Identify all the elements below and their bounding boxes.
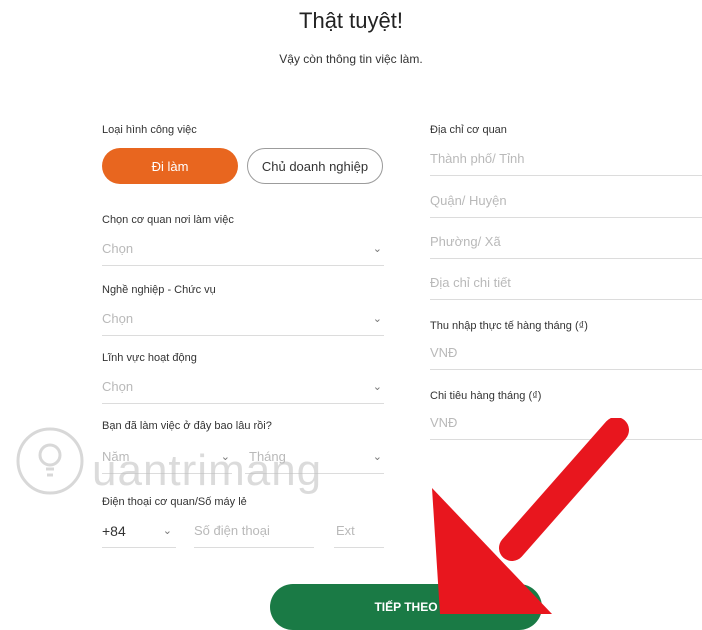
watermark-logo-icon [14,425,86,497]
office-address-label: Địa chỉ cơ quan [430,124,507,136]
job-type-employed-button[interactable]: Đi làm [102,148,238,184]
city-input[interactable]: Thành phố/ Tỉnh [430,148,702,176]
occupation-select[interactable]: Chọn ⌄ [102,308,384,336]
ward-input[interactable]: Phường/ Xã [430,231,702,259]
country-code-value: +84 [102,523,126,539]
office-phone-label: Điện thoại cơ quan/Số máy lẻ [102,496,247,508]
chevron-down-icon: ⌄ [372,313,382,325]
job-type-label: Loại hình công việc [102,124,197,136]
field-underline [430,299,702,300]
watermark-text: uantrimang [92,446,323,495]
monthly-spending-label: Chi tiêu hàng tháng (₫) [430,390,542,402]
employer-select[interactable]: Chọn ⌄ [102,238,384,266]
ward-placeholder: Phường/ Xã [430,234,501,249]
monthly-income-input[interactable]: VNĐ [430,342,702,370]
red-arrow-icon [432,418,629,614]
field-underline [430,217,702,218]
job-type-business-owner-button[interactable]: Chủ doanh nghiệp [247,148,383,184]
page-title: Thật tuyệt! [299,8,403,33]
industry-select-value: Chọn [102,379,134,394]
office-phone-input[interactable]: Số điện thoại [194,520,314,548]
industry-select[interactable]: Chọn ⌄ [102,376,384,404]
tenure-label: Bạn đã làm việc ở đây bao lâu rồi? [102,420,272,432]
field-underline [194,547,314,548]
chevron-down-icon: ⌄ [372,451,382,463]
page-subtitle: Vậy còn thông tin việc làm. [279,52,423,66]
field-underline [334,547,384,548]
extension-placeholder: Ext [336,523,355,538]
occupation-label: Nghề nghiệp - Chức vụ [102,284,216,296]
address-detail-placeholder: Địa chỉ chi tiết [430,275,511,290]
employer-label: Chọn cơ quan nơi làm việc [102,214,234,226]
field-underline [102,265,384,266]
monthly-income-placeholder: VNĐ [430,345,458,360]
chevron-down-icon: ⌄ [162,525,172,537]
field-underline [430,175,702,176]
field-underline [430,369,702,370]
district-placeholder: Quận/ Huyện [430,193,507,208]
address-detail-input[interactable]: Địa chỉ chi tiết [430,272,702,300]
monthly-income-label: Thu nhập thực tế hàng tháng (₫) [430,320,588,332]
city-placeholder: Thành phố/ Tỉnh [430,151,525,166]
field-underline [430,258,702,259]
chevron-down-icon: ⌄ [372,243,382,255]
field-underline [102,335,384,336]
district-input[interactable]: Quận/ Huyện [430,190,702,218]
country-code-select[interactable]: +84 ⌄ [102,520,176,548]
occupation-select-value: Chọn [102,311,134,326]
employer-select-value: Chọn [102,241,134,256]
field-underline [102,403,384,404]
industry-label: Lĩnh vực hoạt động [102,352,197,364]
field-underline [102,547,176,548]
extension-input[interactable]: Ext [334,520,384,548]
chevron-down-icon: ⌄ [372,381,382,393]
office-phone-placeholder: Số điện thoại [194,523,270,538]
